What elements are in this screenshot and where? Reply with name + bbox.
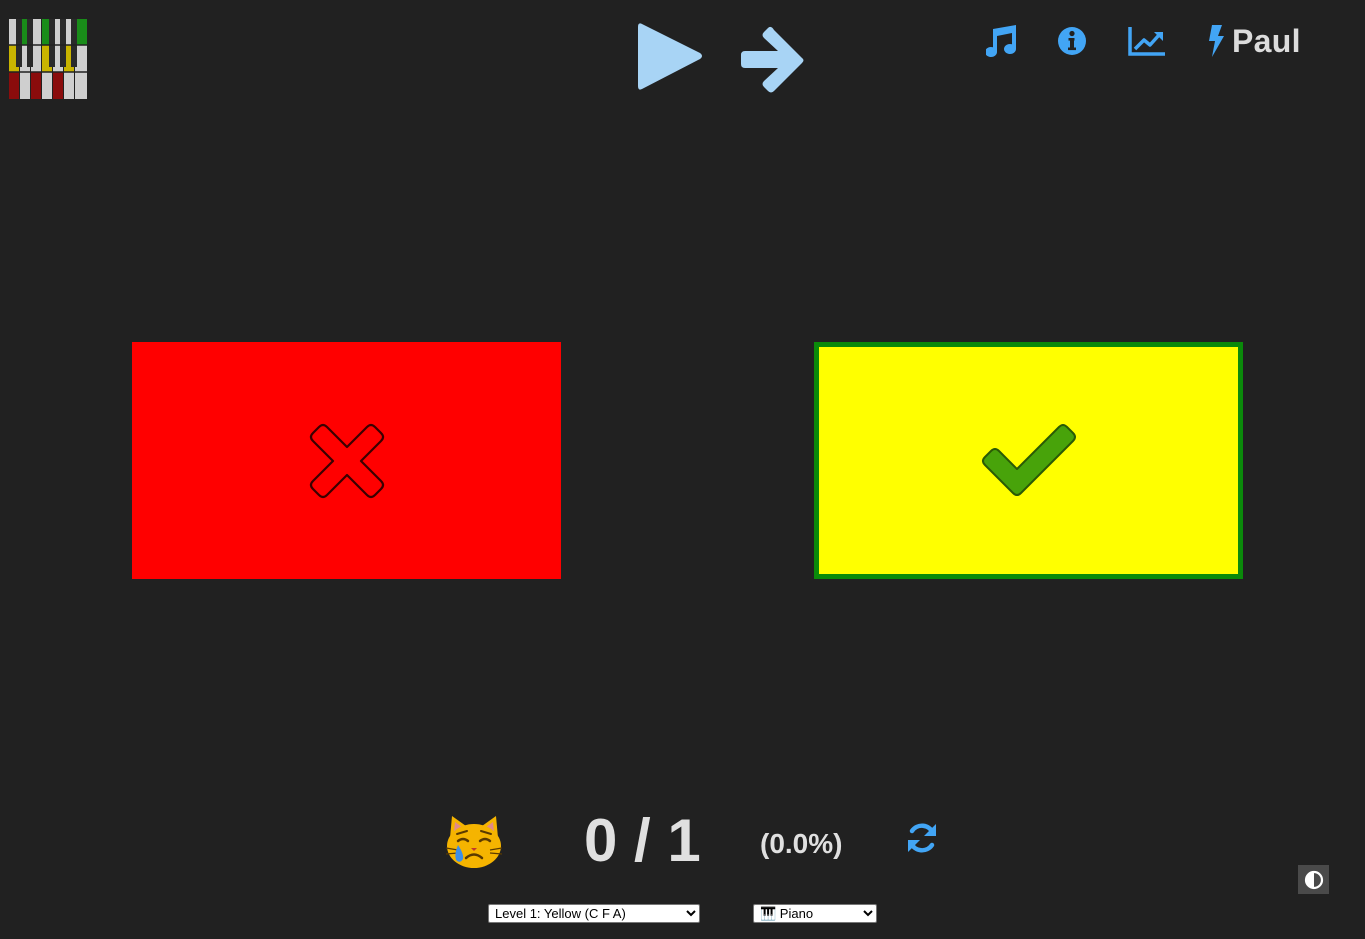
answer-correct-box[interactable] (814, 342, 1243, 579)
ear-training-page: Paul 0 / 1 (0.0%) Level 1: Yellow (C F A… (0, 0, 1365, 939)
stats-link[interactable] (1128, 24, 1166, 58)
next-button[interactable] (740, 24, 808, 94)
user-profile-link[interactable]: Paul (1206, 22, 1301, 60)
x-cross-icon (309, 423, 384, 498)
contrast-half-circle-icon (1304, 870, 1323, 889)
answer-wrong-box[interactable] (132, 342, 561, 579)
score-percent: (0.0%) (760, 828, 843, 859)
reset-score-button[interactable] (906, 822, 938, 854)
info-circle-icon (1058, 27, 1086, 55)
crying-cat-face-icon (444, 814, 504, 870)
bolt-icon (1209, 25, 1224, 57)
instrument-select[interactable]: 🎹 Piano (753, 904, 877, 923)
user-name: Paul (1232, 22, 1301, 59)
refresh-icon (908, 823, 936, 853)
music-note-icon (985, 25, 1016, 58)
checkmark-icon (981, 423, 1076, 496)
piano-keys-logo-icon[interactable] (9, 19, 87, 99)
contrast-toggle-button[interactable] (1298, 865, 1329, 894)
level-select[interactable]: Level 1: Yellow (C F A) (488, 904, 700, 923)
info-link[interactable] (1057, 24, 1087, 58)
line-chart-icon (1128, 27, 1165, 56)
play-icon (638, 23, 702, 90)
play-button[interactable] (636, 20, 704, 92)
music-link[interactable] (985, 24, 1018, 58)
score-count: 0 / 1 (584, 807, 701, 874)
arrow-right-icon (741, 26, 804, 93)
